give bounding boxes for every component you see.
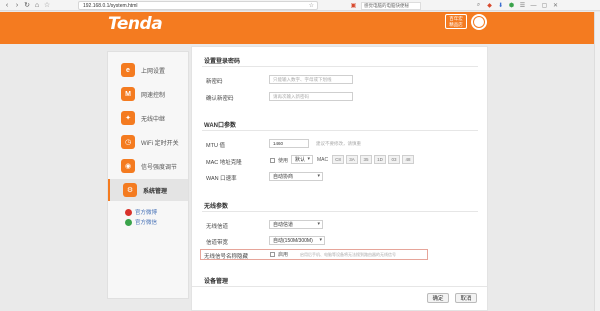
wan-speed-select[interactable]: 自动协商 ▾ (269, 172, 323, 181)
chevron-down-icon: ▾ (317, 221, 320, 227)
channel-select[interactable]: 自动信道 ▾ (269, 220, 323, 229)
confirm-password-label: 确认新密码 (206, 96, 234, 102)
bandwidth-label: 信道带宽 (206, 240, 229, 246)
weibo-icon (125, 208, 132, 216)
bookmark-icon[interactable]: ☆ (42, 0, 52, 10)
mac-octet-5[interactable]: 03 (388, 155, 400, 164)
seal-icon (471, 14, 487, 30)
confirm-password-input[interactable]: 请再次输入新密码 (269, 92, 353, 101)
weibo-link[interactable]: 官方微博 (125, 208, 157, 216)
wireless-section-title: 无线参数 (204, 204, 229, 210)
wan-speed-value: 自动协商 (273, 174, 294, 180)
cancel-button[interactable]: 取消 (455, 293, 477, 303)
scrollbar[interactable] (594, 12, 600, 311)
mac-mode-select[interactable]: 默认 ▾ (291, 155, 313, 164)
forward-icon[interactable]: › (12, 0, 22, 10)
ok-button[interactable]: 确定 (427, 293, 449, 303)
menu-icon[interactable]: ☰ (519, 2, 526, 9)
hide-ssid-label: 无线信号名称隐藏 (204, 254, 249, 260)
addon-icon[interactable]: ◆ (486, 2, 493, 9)
sidebar-item-label: 上网设置 (141, 68, 166, 75)
mac-clone-label: MAC 地址克隆 (206, 160, 242, 166)
maximize-icon[interactable]: ▢ (541, 2, 548, 9)
signal-icon: ◉ (121, 159, 135, 173)
address-bar[interactable]: 192.168.0.1/system.html ☆ (78, 1, 318, 10)
wechat-link[interactable]: 官方微信 (125, 218, 157, 226)
sidebar-item-system[interactable]: ⚙ 系统管理 (108, 179, 188, 201)
mtu-input[interactable]: 1460 (269, 139, 309, 148)
reload-icon[interactable]: ↻ (22, 0, 32, 10)
extension-icon[interactable]: ▣ (350, 2, 357, 9)
download-icon[interactable]: ⬇ (497, 2, 504, 9)
mac-octet-6[interactable]: 48 (402, 155, 414, 164)
star-icon[interactable]: ☆ (309, 2, 314, 9)
mac-octet-2[interactable]: 3A (346, 155, 358, 164)
sidebar-item-speed[interactable]: M 网速控制 (108, 83, 188, 105)
mac-clone-use-label: 使用 (278, 158, 289, 164)
store-badge-line2: 精品店 (449, 22, 463, 27)
new-password-input[interactable]: 只能输入数字、字母或下划线 (269, 75, 353, 84)
new-password-label: 新密码 (206, 79, 223, 85)
hide-ssid-hint: 启用后手机、电脑等设备将无法搜到路由器的无线信号 (300, 252, 396, 257)
action-bar: 确定 取消 (192, 286, 487, 310)
clock-icon: ◷ (121, 135, 135, 149)
shield-icon[interactable]: ⬢ (508, 2, 515, 9)
sidebar-item-label: 网速控制 (141, 92, 166, 99)
wechat-icon (125, 218, 132, 226)
weibo-label: 官方微博 (135, 210, 158, 216)
router-header: Tenda 百年宏 精品店 (0, 12, 600, 44)
sidebar-item-internet[interactable]: e 上网设置 (108, 59, 188, 81)
speed-icon: M (121, 87, 135, 101)
wan-speed-label: WAN 口速率 (206, 176, 237, 182)
browser-extensions: ▣ 感觉电脑的电脑快便秘 ⌕ ◆ ⬇ ⬢ ☰ — ▢ ✕ (350, 1, 559, 10)
home-icon[interactable]: ⌂ (32, 0, 42, 10)
sidebar-nav: e 上网设置 M 网速控制 ✦ 无线中继 ◷ WiFi 定时开关 ◉ 信号强度调… (107, 51, 189, 299)
device-section-title: 设备管理 (204, 279, 229, 285)
sidebar-item-label: WiFi 定时开关 (141, 140, 179, 147)
channel-label: 无线信道 (206, 224, 229, 230)
sidebar-item-signal[interactable]: ◉ 信号强度调节 (108, 155, 188, 177)
bandwidth-select[interactable]: 自动(150M/300M) ▾ (269, 236, 325, 245)
wechat-label: 官方微信 (135, 220, 158, 226)
divider (202, 130, 478, 131)
sidebar-item-label: 无线中继 (141, 116, 166, 123)
address-text: 192.168.0.1/system.html (83, 2, 138, 9)
sidebar-item-label: 系统管理 (143, 188, 168, 195)
wan-section-title: WAN口参数 (204, 123, 236, 129)
gear-icon: ⚙ (123, 183, 137, 197)
close-icon[interactable]: ✕ (552, 2, 559, 9)
tenda-logo: Tenda (108, 14, 163, 34)
chevron-down-icon: ▾ (317, 173, 320, 179)
chevron-down-icon: ▾ (307, 156, 310, 162)
settings-panel: 设置登录密码 新密码 只能输入数字、字母或下划线 确认新密码 请再次输入新密码 … (191, 46, 488, 311)
hide-ssid-checkbox[interactable] (270, 252, 275, 257)
mac-octet-4[interactable]: 1D (374, 155, 386, 164)
store-badge: 百年宏 精品店 (445, 14, 467, 29)
channel-value: 自动信道 (273, 222, 294, 228)
back-icon[interactable]: ‹ (2, 0, 12, 10)
minimize-icon[interactable]: — (530, 2, 537, 9)
mac-clone-checkbox[interactable] (270, 158, 275, 163)
divider (202, 211, 478, 212)
mac-octet-1[interactable]: C8 (332, 155, 344, 164)
mac-octet-3[interactable]: 35 (360, 155, 372, 164)
mtu-hint: 建议不要修改，请慎重 (316, 141, 361, 146)
bandwidth-value: 自动(150M/300M) (273, 238, 313, 244)
divider (202, 66, 478, 67)
sidebar-item-repeater[interactable]: ✦ 无线中继 (108, 107, 188, 129)
sidebar-item-wifi-timer[interactable]: ◷ WiFi 定时开关 (108, 131, 188, 153)
search-icon[interactable]: ⌕ (475, 2, 482, 9)
chevron-down-icon: ▾ (319, 237, 322, 243)
browser-search-text: 感觉电脑的电脑快便秘 (364, 2, 409, 8)
sidebar-item-label: 信号强度调节 (141, 164, 178, 171)
password-section-title: 设置登录密码 (204, 59, 241, 65)
repeater-icon: ✦ (121, 111, 135, 125)
mac-prefix-label: MAC (317, 157, 329, 163)
hide-ssid-enable-label: 启用 (278, 252, 289, 258)
mac-mode-value: 默认 (295, 157, 306, 163)
mtu-label: MTU 值 (206, 143, 225, 149)
internet-icon: e (121, 63, 135, 77)
browser-search-box[interactable]: 感觉电脑的电脑快便秘 (361, 1, 421, 10)
